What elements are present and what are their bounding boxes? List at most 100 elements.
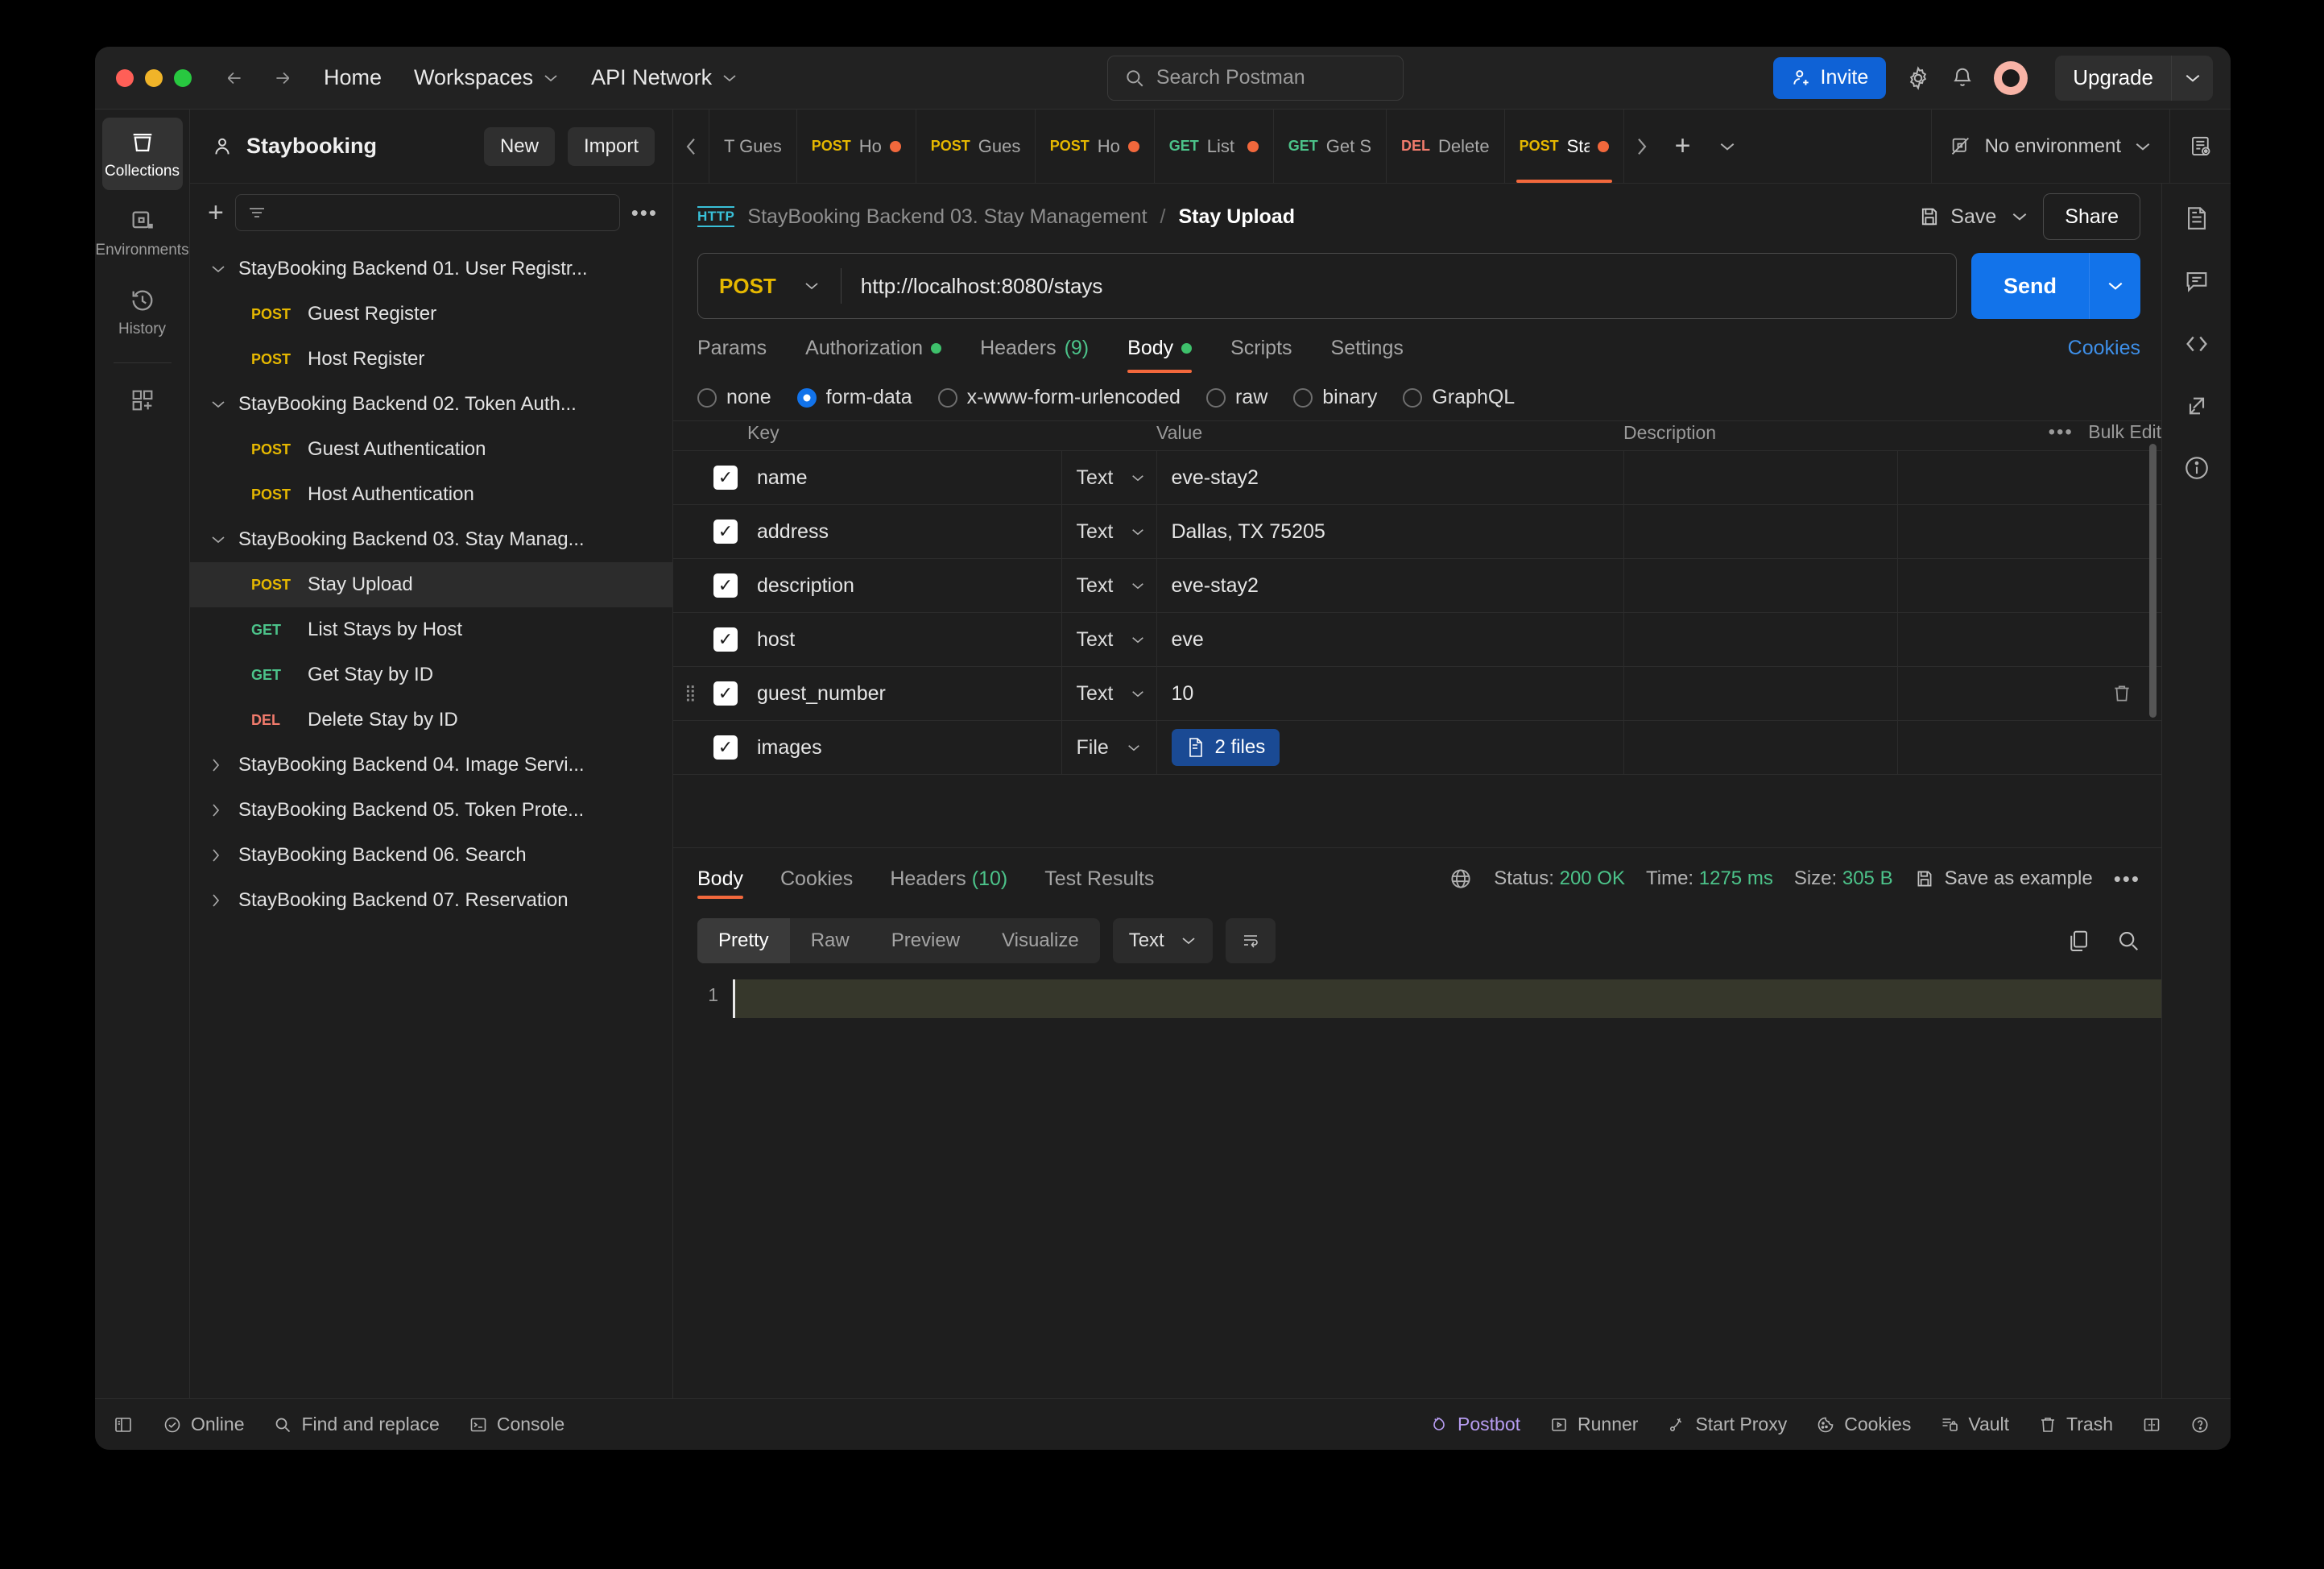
row-type-cell[interactable]: Text [1061, 505, 1156, 559]
tabs-scroll-left-icon[interactable] [673, 110, 709, 183]
generate-collection-icon[interactable] [2184, 393, 2210, 419]
row-key[interactable]: address [747, 505, 1061, 559]
tree-request[interactable]: DEL Delete Stay by ID [190, 698, 672, 743]
table-row[interactable]: ✓ description Text eve-stay2 [673, 559, 2161, 613]
help-button[interactable] [2190, 1415, 2210, 1434]
body-type-binary[interactable]: binary [1293, 386, 1377, 409]
save-button[interactable]: Save [1918, 205, 1996, 229]
url-input[interactable]: http://localhost:8080/stays [842, 274, 1956, 299]
tabs-scroll-right-icon[interactable] [1624, 110, 1660, 183]
tree-folder[interactable]: StayBooking Backend 04. Image Servi... [190, 743, 672, 788]
table-row[interactable]: ✓ name Text eve-stay2 [673, 451, 2161, 505]
row-key[interactable]: guest_number [747, 667, 1061, 721]
upgrade-button[interactable]: Upgrade [2055, 56, 2171, 101]
sidebar-item-history[interactable]: History [102, 275, 183, 348]
row-type-cell[interactable]: File [1061, 721, 1156, 775]
sidebar-toggle-button[interactable] [113, 1415, 134, 1434]
view-mode-visualize[interactable]: Visualize [981, 918, 1100, 963]
maximize-window-button[interactable] [174, 69, 192, 87]
row-type-selector[interactable]: Text [1062, 505, 1156, 558]
comments-icon[interactable] [2183, 267, 2210, 295]
nav-workspaces[interactable]: Workspaces [414, 65, 559, 90]
tree-request[interactable]: GET List Stays by Host [190, 607, 672, 652]
environment-selector[interactable]: No environment [1931, 110, 2169, 183]
table-row[interactable]: ✓ images File 2 files [673, 721, 2161, 775]
tree-request[interactable]: POST Host Authentication [190, 472, 672, 517]
copy-icon[interactable] [2066, 929, 2090, 953]
body-type-form-data[interactable]: form-data [797, 386, 912, 409]
environment-quick-look-icon[interactable] [2169, 110, 2231, 183]
row-checkbox[interactable]: ✓ [713, 466, 738, 490]
row-description[interactable] [1623, 721, 1897, 775]
avatar[interactable] [1994, 61, 2028, 95]
save-options-chevron-down-icon[interactable] [2011, 211, 2028, 222]
form-data-scrollbar[interactable] [2149, 444, 2157, 718]
row-description[interactable] [1623, 559, 1897, 613]
wrap-lines-icon[interactable] [1226, 918, 1276, 963]
tab-item[interactable]: GET List S [1155, 110, 1274, 183]
row-description[interactable] [1623, 667, 1897, 721]
code-snippet-icon[interactable] [2183, 330, 2210, 358]
row-type-cell[interactable]: Text [1061, 613, 1156, 667]
row-value[interactable]: eve-stay2 [1156, 451, 1623, 505]
table-row[interactable]: ⣿ ✓ guest_number Text 10 [673, 667, 2161, 721]
tabs-chevron-down-icon[interactable] [1706, 110, 1748, 183]
tree-folder[interactable]: StayBooking Backend 07. Reservation [190, 878, 672, 923]
new-tab-button[interactable]: + [1660, 110, 1706, 183]
trash-button[interactable]: Trash [2038, 1414, 2113, 1435]
breadcrumb-collection[interactable]: StayBooking Backend 03. Stay Management [747, 205, 1147, 229]
search-response-icon[interactable] [2116, 929, 2140, 953]
row-description[interactable] [1623, 451, 1897, 505]
bulk-edit-button[interactable]: Bulk Edit [2088, 421, 2161, 442]
filter-input[interactable] [235, 194, 620, 231]
tab-params[interactable]: Params [697, 337, 767, 373]
row-key[interactable]: name [747, 451, 1061, 505]
postbot-button[interactable]: Postbot [1429, 1414, 1520, 1435]
tree-folder[interactable]: StayBooking Backend 01. User Registr... [190, 246, 672, 292]
tree-folder[interactable]: StayBooking Backend 05. Token Prote... [190, 788, 672, 833]
row-description[interactable] [1623, 613, 1897, 667]
response-tab-body[interactable]: Body [697, 848, 743, 910]
body-type-none[interactable]: none [697, 386, 771, 409]
console-button[interactable]: Console [469, 1414, 564, 1435]
save-as-example-button[interactable]: Save as example [1914, 867, 2093, 890]
row-checkbox[interactable]: ✓ [713, 520, 738, 544]
view-mode-pretty[interactable]: Pretty [697, 918, 790, 963]
row-checkbox[interactable]: ✓ [713, 735, 738, 760]
tab-item[interactable]: POST Gues [916, 110, 1036, 183]
tab-authorization[interactable]: Authorization [805, 337, 941, 373]
network-icon[interactable] [1449, 867, 1473, 891]
row-type-selector[interactable]: Text [1062, 667, 1156, 720]
tree-request[interactable]: POST Guest Register [190, 292, 672, 337]
tab-settings[interactable]: Settings [1331, 337, 1404, 373]
code-line[interactable] [733, 979, 2161, 1018]
table-more-icon[interactable]: ••• [2049, 421, 2074, 443]
tab-scripts[interactable]: Scripts [1230, 337, 1292, 373]
row-type-selector[interactable]: File [1062, 721, 1156, 774]
view-mode-preview[interactable]: Preview [870, 918, 981, 963]
response-tab-cookies[interactable]: Cookies [780, 848, 853, 910]
notifications-icon[interactable] [1950, 66, 1975, 90]
minimize-window-button[interactable] [145, 69, 163, 87]
body-type-urlencoded[interactable]: x-www-form-urlencoded [938, 386, 1181, 409]
row-key[interactable]: images [747, 721, 1061, 775]
method-selector[interactable]: POST [698, 274, 841, 299]
row-checkbox[interactable]: ✓ [713, 627, 738, 652]
settings-icon[interactable] [1905, 65, 1931, 91]
apps-add-button[interactable] [102, 376, 183, 423]
sidebar-item-collections[interactable]: Collections [102, 118, 183, 190]
runner-button[interactable]: Runner [1549, 1414, 1638, 1435]
row-type-cell[interactable]: Text [1061, 451, 1156, 505]
layout-toggle-button[interactable] [2142, 1415, 2161, 1434]
tab-body[interactable]: Body [1127, 337, 1192, 373]
row-type-cell[interactable]: Text [1061, 667, 1156, 721]
share-button[interactable]: Share [2043, 193, 2140, 240]
sidebar-more-icon[interactable]: ••• [631, 201, 658, 226]
tab-item[interactable]: POST Hos [797, 110, 916, 183]
tab-item[interactable]: T Gues [709, 110, 797, 183]
body-type-raw[interactable]: raw [1206, 386, 1267, 409]
row-value[interactable]: 10 [1156, 667, 1623, 721]
invite-button[interactable]: Invite [1773, 57, 1887, 99]
row-type-selector[interactable]: Text [1062, 613, 1156, 666]
select-files-button[interactable]: 2 files [1172, 729, 1280, 766]
